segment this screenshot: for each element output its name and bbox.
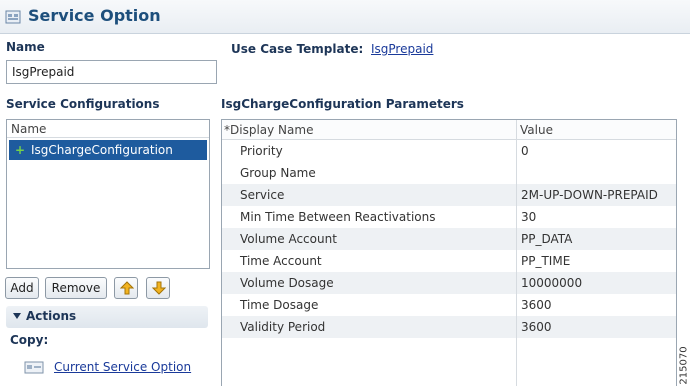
service-configurations-list[interactable]: Name + IsgChargeConfiguration bbox=[6, 119, 210, 269]
copy-service-option-icon bbox=[24, 361, 44, 374]
row-name: Group Name bbox=[240, 166, 316, 180]
add-button[interactable]: Add bbox=[5, 277, 39, 299]
service-configurations-label: Service Configurations bbox=[6, 97, 160, 111]
name-input[interactable] bbox=[6, 60, 217, 84]
service-option-icon bbox=[5, 10, 21, 24]
list-item-isg-charge-configuration[interactable]: + IsgChargeConfiguration bbox=[9, 140, 207, 160]
plus-icon: + bbox=[15, 143, 26, 157]
table-row[interactable]: Time Account PP_TIME bbox=[222, 250, 676, 272]
table-row[interactable]: Priority 0 bbox=[222, 140, 676, 162]
table-row[interactable]: Group Name bbox=[222, 162, 676, 184]
row-value: 10000000 bbox=[521, 276, 583, 290]
column-header-display-name: *Display Name bbox=[224, 123, 314, 137]
row-name: Validity Period bbox=[240, 320, 326, 334]
table-row[interactable]: Volume Dosage 10000000 bbox=[222, 272, 676, 294]
row-name: Volume Dosage bbox=[240, 276, 334, 290]
row-value: PP_DATA bbox=[521, 232, 573, 246]
list-item-label: IsgChargeConfiguration bbox=[31, 143, 173, 157]
move-up-button[interactable] bbox=[114, 277, 138, 299]
arrow-up-icon bbox=[120, 281, 134, 295]
row-value: PP_TIME bbox=[521, 254, 571, 268]
use-case-template-label: Use Case Template: bbox=[231, 42, 364, 56]
figure-id-text: 215070 bbox=[678, 346, 690, 385]
table-row[interactable]: Min Time Between Reactivations 30 bbox=[222, 206, 676, 228]
row-name: Min Time Between Reactivations bbox=[240, 210, 436, 224]
row-value: 30 bbox=[521, 210, 537, 224]
title-bar: Service Option bbox=[0, 0, 690, 34]
actions-section-header[interactable]: Actions bbox=[6, 306, 208, 328]
row-name: Time Dosage bbox=[240, 298, 319, 312]
current-service-option-link[interactable]: Current Service Option bbox=[54, 360, 191, 374]
parameters-table[interactable]: *Display Name Value Priority 0 Group Name… bbox=[221, 119, 677, 386]
row-name: Service bbox=[240, 188, 285, 202]
row-value: 3600 bbox=[521, 320, 552, 334]
collapse-triangle-icon bbox=[13, 313, 21, 319]
arrow-down-icon bbox=[152, 281, 166, 295]
use-case-template-link[interactable]: IsgPrepaid bbox=[371, 42, 433, 56]
copy-label: Copy: bbox=[10, 333, 49, 347]
table-row[interactable]: Time Dosage 3600 bbox=[222, 294, 676, 316]
parameters-title: IsgChargeConfiguration Parameters bbox=[221, 97, 464, 111]
row-value: 0 bbox=[521, 144, 529, 158]
actions-title: Actions bbox=[26, 309, 77, 323]
row-name: Priority bbox=[240, 144, 283, 158]
row-name: Volume Account bbox=[240, 232, 337, 246]
table-row[interactable]: Validity Period 3600 bbox=[222, 316, 676, 338]
name-label: Name bbox=[6, 40, 45, 54]
row-name: Time Account bbox=[240, 254, 322, 268]
parameters-table-header: *Display Name Value bbox=[222, 120, 676, 140]
move-down-button[interactable] bbox=[146, 277, 170, 299]
row-value: 2M-UP-DOWN-PREPAID bbox=[521, 188, 658, 202]
column-divider bbox=[516, 120, 517, 386]
table-row[interactable]: Service 2M-UP-DOWN-PREPAID bbox=[222, 184, 676, 206]
row-value: 3600 bbox=[521, 298, 552, 312]
figure-id: 215070 bbox=[678, 346, 690, 386]
list-column-header: Name bbox=[7, 120, 209, 138]
table-row[interactable]: Volume Account PP_DATA bbox=[222, 228, 676, 250]
page-title: Service Option bbox=[28, 6, 161, 25]
column-header-value: Value bbox=[520, 123, 553, 137]
remove-button[interactable]: Remove bbox=[45, 277, 107, 299]
